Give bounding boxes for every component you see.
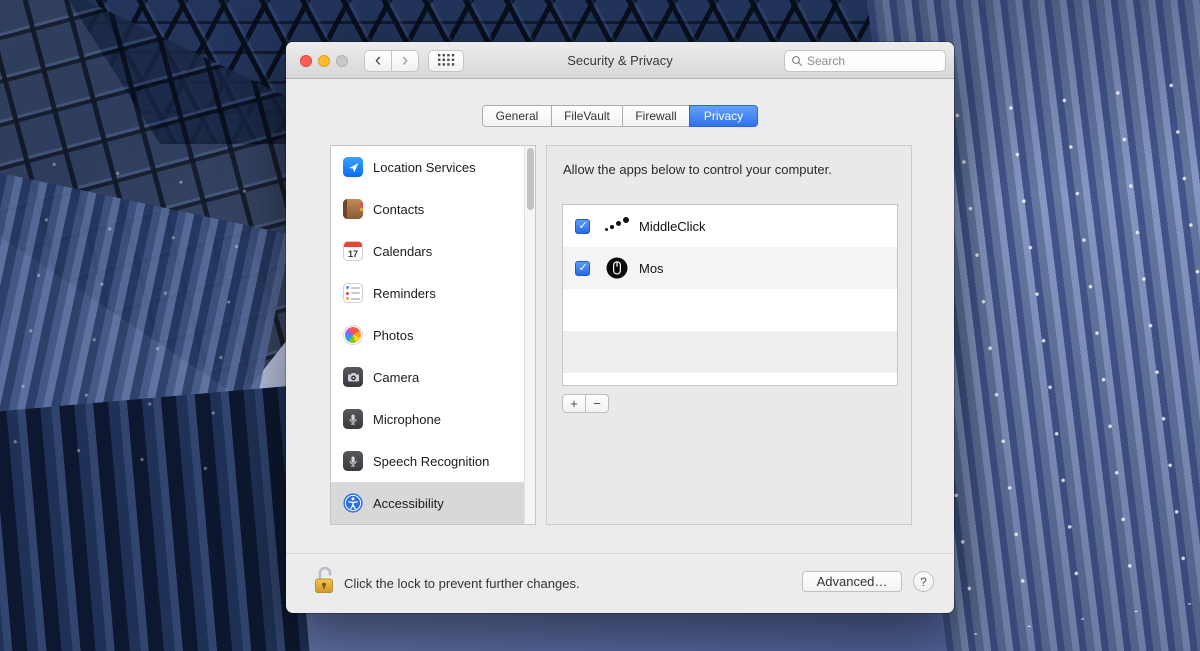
sidebar-item-location-services[interactable]: Location Services	[331, 146, 535, 188]
sidebar-item-camera[interactable]: Camera	[331, 356, 535, 398]
footer-divider	[286, 553, 954, 554]
sidebar-item-reminders[interactable]: Reminders	[331, 272, 535, 314]
app-list-empty-row	[563, 289, 897, 331]
privacy-sidebar: Location Services Contacts 17 Reminders …	[330, 145, 536, 525]
sidebar-item-label: Accessibility	[373, 496, 444, 511]
desktop: ‹ › Security & Privacy	[0, 0, 1200, 651]
mos-checkbox[interactable]	[575, 261, 590, 276]
search-input[interactable]	[807, 54, 939, 68]
search-field[interactable]	[784, 50, 946, 72]
sidebar-scrollbar-thumb[interactable]	[527, 148, 534, 210]
speech-recognition-icon	[343, 451, 363, 471]
app-list-empty-row	[563, 373, 897, 386]
app-list-buttons: + −	[562, 394, 609, 413]
back-button[interactable]: ‹	[364, 50, 392, 72]
location-services-icon	[343, 157, 363, 177]
sidebar-item-speech-recognition[interactable]: Speech Recognition	[331, 440, 535, 482]
unlocked-padlock-icon	[313, 584, 337, 599]
app-list: MiddleClick Mos	[562, 204, 898, 386]
sidebar-item-label: Microphone	[373, 412, 441, 427]
tab-bar: General FileVault Firewall Privacy	[286, 105, 954, 127]
panel-description: Allow the apps below to control your com…	[563, 162, 832, 177]
app-list-empty-row	[563, 331, 897, 373]
tab-firewall[interactable]: Firewall	[622, 105, 690, 127]
add-app-button[interactable]: +	[562, 394, 586, 413]
minimize-button[interactable]	[318, 55, 330, 67]
sidebar-item-accessibility[interactable]: Accessibility	[331, 482, 535, 524]
window-title: Security & Privacy	[486, 42, 754, 79]
sidebar-item-calendars[interactable]: 17 Reminders Calendars	[331, 230, 535, 272]
app-name: MiddleClick	[639, 219, 705, 234]
middleclick-app-icon	[604, 215, 630, 237]
sidebar-item-label: Contacts	[373, 202, 424, 217]
window-titlebar: ‹ › Security & Privacy	[286, 42, 954, 79]
sidebar-scrollbar-track[interactable]	[524, 146, 535, 524]
microphone-icon	[343, 409, 363, 429]
sidebar-item-label: Speech Recognition	[373, 454, 489, 469]
tab-general[interactable]: General	[482, 105, 552, 127]
reminders-icon	[343, 283, 363, 303]
sidebar-item-label: Location Services	[373, 160, 476, 175]
lock-button[interactable]	[312, 564, 338, 596]
privacy-panel: Allow the apps below to control your com…	[546, 145, 912, 525]
sidebar-item-microphone[interactable]: Microphone	[331, 398, 535, 440]
calendar-day-number: 17	[344, 247, 362, 260]
accessibility-icon	[343, 493, 363, 513]
search-icon	[791, 55, 803, 67]
close-button[interactable]	[300, 55, 312, 67]
calendars-icon: 17	[343, 241, 363, 261]
photos-icon	[343, 325, 363, 345]
middleclick-checkbox[interactable]	[575, 219, 590, 234]
remove-app-button[interactable]: −	[585, 394, 609, 413]
zoom-button[interactable]	[336, 55, 348, 67]
lock-hint-text: Click the lock to prevent further change…	[344, 576, 580, 591]
nav-buttons: ‹ ›	[364, 50, 419, 72]
help-button[interactable]: ?	[913, 571, 934, 592]
tab-privacy[interactable]: Privacy	[689, 105, 758, 127]
sidebar-item-photos[interactable]: Photos	[331, 314, 535, 356]
sidebar-item-label: Photos	[373, 328, 413, 343]
app-name: Mos	[639, 261, 664, 276]
sidebar-item-label: Reminders	[373, 286, 436, 301]
app-row-middleclick[interactable]: MiddleClick	[563, 205, 897, 247]
sidebar-item-label: Camera	[373, 370, 419, 385]
camera-icon	[343, 367, 363, 387]
forward-button[interactable]: ›	[391, 50, 419, 72]
contacts-icon	[343, 199, 363, 219]
grid-icon	[438, 54, 455, 69]
tab-filevault[interactable]: FileVault	[551, 105, 623, 127]
show-all-button[interactable]	[428, 50, 464, 72]
sidebar-item-contacts[interactable]: Contacts	[331, 188, 535, 230]
mos-app-icon	[604, 257, 630, 279]
security-privacy-window: ‹ › Security & Privacy	[286, 42, 954, 613]
background-lights-left	[0, 132, 304, 527]
sidebar-item-label: Calendars	[373, 244, 432, 259]
app-row-mos[interactable]: Mos	[563, 247, 897, 289]
advanced-button[interactable]: Advanced…	[802, 571, 902, 592]
